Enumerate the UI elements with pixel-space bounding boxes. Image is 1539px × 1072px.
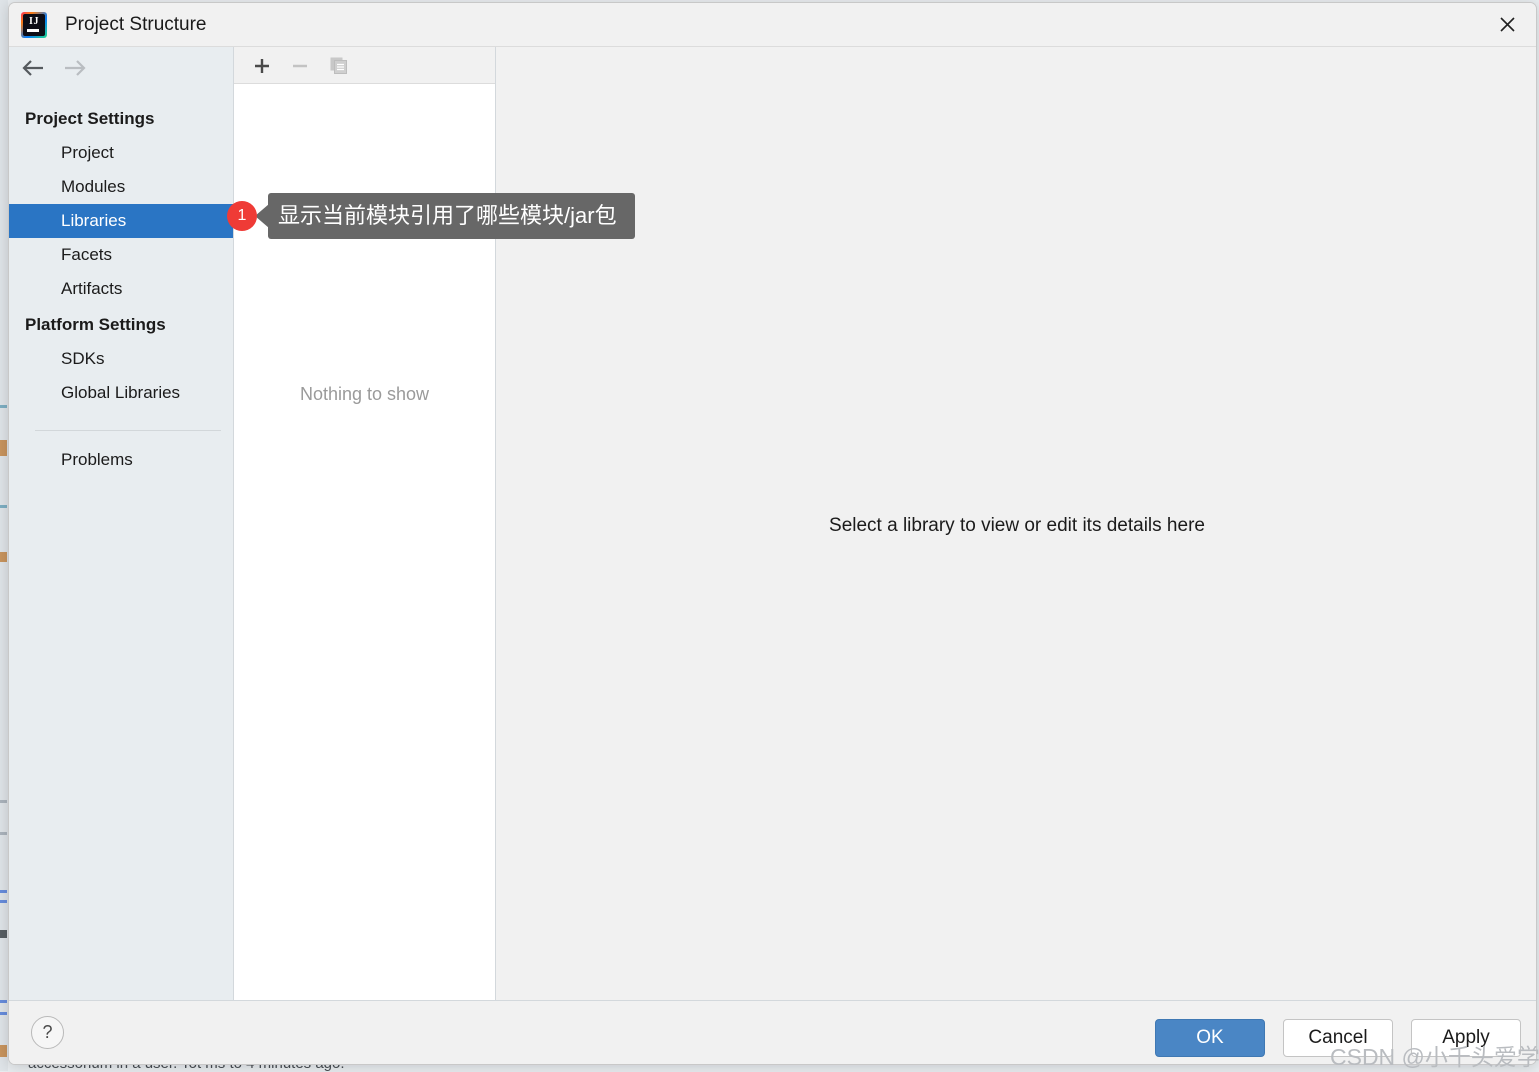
sidebar-group-project-settings: Project Settings: [9, 102, 233, 136]
forward-button[interactable]: [61, 57, 87, 79]
libraries-list-panel: Nothing to show: [234, 47, 496, 1000]
library-detail-panel: Select a library to view or edit its det…: [496, 47, 1537, 1000]
sidebar-item-artifacts[interactable]: Artifacts: [9, 272, 233, 306]
sidebar-item-global-libraries[interactable]: Global Libraries: [9, 376, 233, 410]
sidebar-item-problems[interactable]: Problems: [9, 443, 233, 477]
sidebar-navigation-bar: [9, 47, 233, 89]
ide-left-edge-sliver: [0, 0, 8, 1071]
minus-icon: [291, 57, 309, 75]
back-button[interactable]: [21, 57, 47, 79]
sidebar-item-project[interactable]: Project: [9, 136, 233, 170]
libraries-toolbar: [234, 47, 495, 84]
sidebar-item-libraries[interactable]: Libraries: [9, 204, 233, 238]
intellij-idea-logo-icon: IJ: [21, 12, 47, 38]
add-button[interactable]: [248, 52, 276, 80]
copy-icon: [329, 56, 349, 76]
window-title: Project Structure: [65, 14, 207, 36]
detail-placeholder-message: Select a library to view or edit its det…: [496, 515, 1537, 537]
annotation-badge: 1: [227, 201, 257, 231]
arrow-left-icon: [21, 57, 47, 79]
cancel-button[interactable]: Cancel: [1283, 1019, 1393, 1057]
close-button[interactable]: [1476, 3, 1537, 46]
sidebar-divider: [35, 430, 221, 431]
sidebar-item-sdks[interactable]: SDKs: [9, 342, 233, 376]
sidebar-group-platform-settings: Platform Settings: [9, 308, 233, 342]
copy-button[interactable]: [325, 52, 353, 80]
arrow-right-icon: [61, 57, 87, 79]
help-icon: ?: [42, 1022, 52, 1043]
annotation-arrow-icon: [255, 204, 269, 228]
ok-button[interactable]: OK: [1155, 1019, 1265, 1057]
project-structure-dialog: IJ Project Structure: [8, 2, 1537, 1065]
remove-button[interactable]: [286, 52, 314, 80]
annotation-callout: 1 显示当前模块引用了哪些模块/jar包: [227, 193, 635, 239]
close-icon: [1499, 16, 1516, 33]
apply-button[interactable]: Apply: [1411, 1019, 1521, 1057]
annotation-text: 显示当前模块引用了哪些模块/jar包: [268, 193, 635, 239]
empty-list-message: Nothing to show: [234, 384, 495, 405]
sidebar-item-modules[interactable]: Modules: [9, 170, 233, 204]
dialog-titlebar: IJ Project Structure: [9, 3, 1537, 47]
settings-sidebar: Project Settings Project Modules Librari…: [9, 47, 234, 1000]
plus-icon: [253, 57, 271, 75]
sidebar-item-facets[interactable]: Facets: [9, 238, 233, 272]
dialog-footer: ? OK Cancel Apply: [9, 1000, 1537, 1065]
logo-text: IJ: [23, 16, 45, 27]
help-button[interactable]: ?: [31, 1016, 64, 1049]
